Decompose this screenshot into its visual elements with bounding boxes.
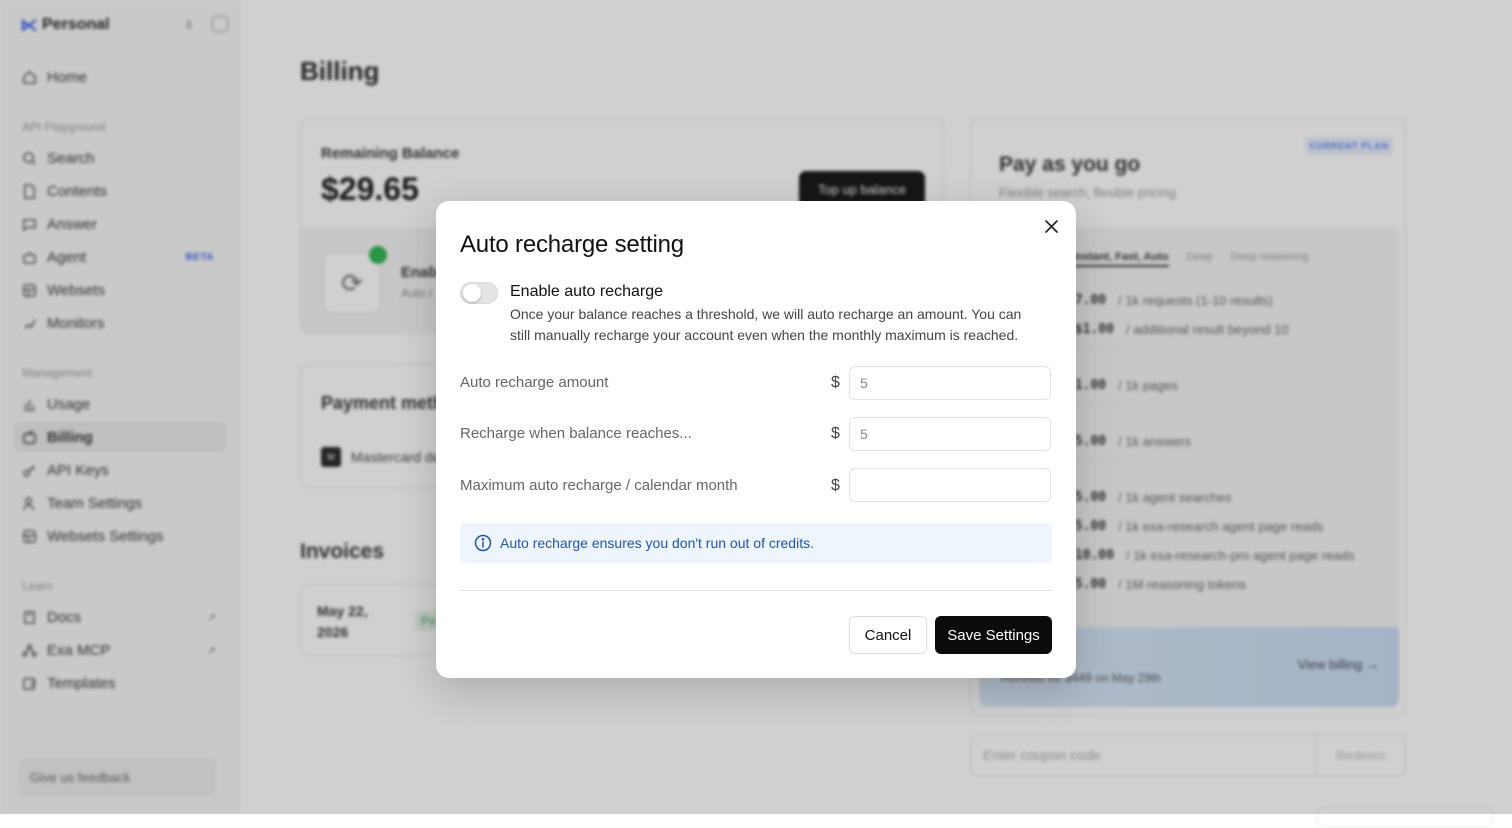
toggle-knob: [463, 284, 481, 302]
recharge-threshold-input[interactable]: [849, 417, 1051, 451]
dialog-title: Auto recharge setting: [460, 231, 684, 258]
auto-recharge-amount-input[interactable]: [849, 366, 1051, 400]
currency-symbol: $: [831, 425, 840, 442]
close-button[interactable]: [1042, 217, 1060, 235]
save-settings-button[interactable]: Save Settings: [935, 616, 1052, 654]
auto-recharge-toggle[interactable]: [460, 282, 498, 304]
auto-recharge-dialog: Auto recharge setting Enable auto rechar…: [436, 201, 1076, 678]
auto-recharge-amount-label: Auto recharge amount: [460, 374, 609, 391]
recharge-threshold-label: Recharge when balance reaches...: [460, 425, 692, 442]
cancel-button[interactable]: Cancel: [849, 616, 927, 654]
divider: [460, 590, 1052, 591]
monthly-maximum-label: Maximum auto recharge / calendar month: [460, 477, 738, 494]
info-icon: [474, 534, 492, 552]
currency-symbol: $: [831, 374, 840, 391]
toggle-description: Once your balance reaches a threshold, w…: [510, 306, 1022, 343]
toggle-label: Enable auto recharge: [510, 283, 663, 300]
currency-symbol: $: [831, 477, 840, 494]
info-text: Auto recharge ensures you don't run out …: [500, 535, 814, 551]
info-callout: Auto recharge ensures you don't run out …: [460, 523, 1052, 563]
monthly-maximum-input[interactable]: [849, 468, 1051, 502]
close-icon: [1044, 219, 1058, 233]
